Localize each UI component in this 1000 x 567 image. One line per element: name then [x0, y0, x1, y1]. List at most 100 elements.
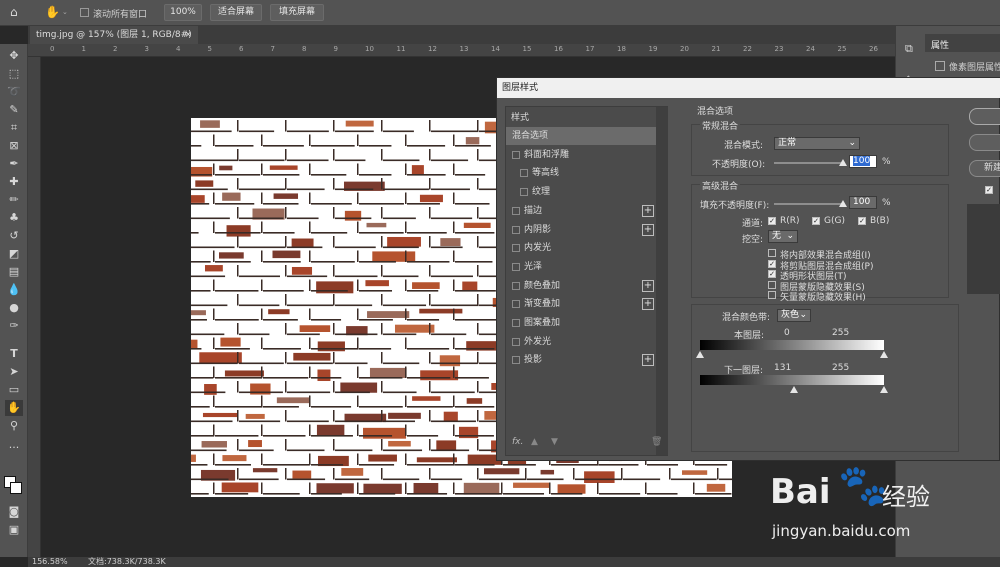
blur-tool-icon[interactable]: 💧: [5, 282, 23, 298]
zoom-level[interactable]: 156.58%: [32, 557, 68, 567]
hand-tool-icon[interactable]: ✋: [45, 5, 60, 19]
add-effect-icon[interactable]: +: [642, 223, 654, 236]
fill-screen-button[interactable]: 填充屏幕: [270, 4, 324, 21]
path-select-icon[interactable]: ➤: [5, 364, 23, 380]
style-item-checkbox[interactable]: [512, 262, 520, 271]
style-item-checkbox[interactable]: [512, 281, 520, 290]
marquee-tool-icon[interactable]: ⬚: [5, 66, 23, 82]
zoom-tool-icon[interactable]: ⚲: [5, 418, 23, 434]
frame-tool-icon[interactable]: ⊠: [5, 138, 23, 154]
style-item-checkbox[interactable]: [512, 150, 520, 159]
eyedropper-tool-icon[interactable]: ✒: [5, 156, 23, 172]
channel-b-checkbox[interactable]: ✓: [858, 217, 866, 225]
mortar-line: [359, 319, 393, 321]
pen-tool-icon[interactable]: ✑: [5, 318, 23, 334]
add-effect-icon[interactable]: +: [642, 279, 654, 292]
history-brush-icon[interactable]: ↺: [5, 228, 23, 244]
add-effect-icon[interactable]: +: [642, 354, 654, 367]
style-item[interactable]: 内发光: [506, 239, 656, 257]
style-item[interactable]: 颜色叠加 +: [506, 277, 656, 295]
mortar-joint: [261, 482, 263, 494]
style-item-checkbox[interactable]: [512, 356, 520, 365]
pixel-layer-icon: [935, 61, 945, 71]
style-item[interactable]: 外发光: [506, 333, 656, 351]
underlying-layer-black-handle[interactable]: [790, 386, 798, 393]
gradient-tool-icon[interactable]: ▤: [5, 264, 23, 280]
style-item[interactable]: 渐变叠加 +: [506, 295, 656, 313]
move-down-icon[interactable]: ▼: [551, 437, 558, 447]
fit-screen-button[interactable]: 适合屏幕: [210, 4, 262, 21]
style-item-checkbox[interactable]: [512, 300, 520, 309]
preview-checkbox[interactable]: ✓: [985, 186, 993, 194]
opacity-slider-handle[interactable]: [839, 159, 847, 166]
style-item-checkbox[interactable]: [512, 206, 520, 215]
rectangle-tool-icon[interactable]: ▭: [5, 382, 23, 398]
eraser-tool-icon[interactable]: ◩: [5, 246, 23, 262]
style-item-checkbox[interactable]: [512, 319, 520, 327]
blend-option-checkbox[interactable]: ✓: [768, 270, 776, 278]
blend-option-checkbox[interactable]: [768, 249, 776, 257]
style-item[interactable]: 描边 +: [506, 202, 656, 220]
style-item[interactable]: 投影 +: [506, 351, 656, 369]
lasso-tool-icon[interactable]: ➰: [5, 84, 23, 100]
quick-select-tool-icon[interactable]: ✎: [5, 102, 23, 118]
fill-opacity-slider-handle[interactable]: [839, 200, 847, 207]
underlying-layer-white-handle[interactable]: [880, 386, 888, 393]
quick-mask-icon[interactable]: ◙: [5, 504, 23, 520]
home-icon[interactable]: ⌂: [10, 5, 18, 19]
add-effect-icon[interactable]: +: [642, 298, 654, 311]
dodge-tool-icon[interactable]: ●: [5, 300, 23, 316]
knockout-select[interactable]: 无 ⌄: [768, 230, 798, 243]
style-item[interactable]: 图案叠加: [506, 314, 656, 332]
blend-option-checkbox[interactable]: [768, 280, 776, 289]
opacity-slider[interactable]: [774, 162, 844, 164]
blend-if-select[interactable]: 灰色 ⌄: [777, 309, 811, 322]
style-item-checkbox[interactable]: [512, 244, 520, 253]
zoom-100-button[interactable]: 100%: [164, 4, 202, 21]
cancel-button[interactable]: [969, 134, 1000, 151]
fill-opacity-slider[interactable]: [774, 203, 844, 205]
brush-tool-icon[interactable]: ✏: [5, 192, 23, 208]
chevron-down-icon[interactable]: ⌄: [62, 8, 68, 16]
delete-effect-icon[interactable]: 🗑: [651, 437, 662, 447]
tab-document[interactable]: timg.jpg @ 157% (图层 1, RGB/8#) * ×: [30, 26, 198, 58]
background-color-swatch[interactable]: [10, 482, 22, 494]
style-item[interactable]: 等高线: [506, 164, 656, 182]
blend-option-checkbox[interactable]: ✓: [768, 259, 776, 268]
styles-header[interactable]: 样式: [511, 109, 661, 127]
close-tab-icon[interactable]: ×: [184, 26, 192, 44]
style-item-checkbox[interactable]: [512, 337, 520, 346]
style-item[interactable]: 斜面和浮雕: [506, 146, 656, 164]
this-layer-white-handle[interactable]: [880, 351, 888, 358]
healing-brush-icon[interactable]: ✚: [5, 174, 23, 190]
style-item-checkbox[interactable]: [520, 169, 528, 178]
type-tool-icon[interactable]: T: [5, 346, 23, 362]
style-item[interactable]: 混合选项: [506, 127, 656, 145]
move-up-icon[interactable]: ▲: [531, 437, 538, 447]
scroll-all-checkbox[interactable]: [80, 8, 89, 17]
crop-tool-icon[interactable]: ⌗: [5, 120, 23, 136]
style-item[interactable]: 内阴影 +: [506, 221, 656, 239]
history-panel-icon[interactable]: ⧉: [905, 42, 913, 56]
stamp-tool-icon[interactable]: ♣: [5, 210, 23, 226]
style-item-checkbox[interactable]: [520, 188, 528, 197]
fill-opacity-input[interactable]: 100: [849, 196, 877, 209]
style-item-checkbox[interactable]: [512, 225, 520, 234]
this-layer-black-handle[interactable]: [696, 351, 704, 358]
fx-button[interactable]: fx.: [512, 437, 523, 447]
new-style-button[interactable]: 新建: [969, 160, 1000, 177]
hand-tool-icon[interactable]: ✋: [5, 400, 23, 416]
opacity-input[interactable]: 100: [849, 155, 877, 168]
more-tools-icon[interactable]: ···: [5, 440, 23, 456]
styles-scrollbar[interactable]: [656, 107, 668, 455]
ok-button[interactable]: [969, 108, 1000, 125]
move-tool-icon[interactable]: ✥: [5, 48, 23, 64]
screen-mode-icon[interactable]: ▣: [5, 522, 23, 538]
channel-g-checkbox[interactable]: ✓: [812, 217, 820, 225]
blend-mode-select[interactable]: 正常 ⌄: [774, 137, 860, 150]
style-item[interactable]: 光泽: [506, 258, 656, 276]
style-item[interactable]: 纹理: [506, 183, 656, 201]
channel-r-checkbox[interactable]: ✓: [768, 217, 776, 225]
add-effect-icon[interactable]: +: [642, 204, 654, 217]
blend-option-checkbox[interactable]: [768, 291, 776, 299]
